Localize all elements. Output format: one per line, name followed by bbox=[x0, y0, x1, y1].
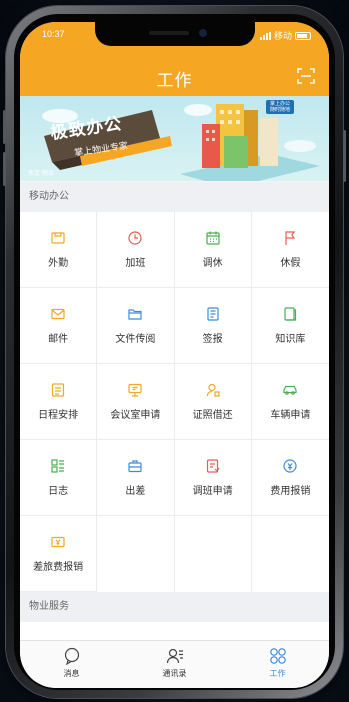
app-tile-business-trip[interactable]: 出差 bbox=[97, 440, 175, 516]
mail-icon bbox=[51, 308, 65, 320]
banner-bubble: 掌上办公 随时随地 bbox=[266, 100, 294, 114]
tab-label: 消息 bbox=[63, 669, 80, 678]
app-tile-label: 签报 bbox=[202, 334, 223, 345]
empty-tile bbox=[175, 516, 252, 592]
empty-tile bbox=[97, 516, 175, 592]
app-tile-overtime[interactable]: 加班 bbox=[97, 212, 175, 288]
status-indicators: 移动 bbox=[259, 29, 311, 42]
status-time: 10:37 bbox=[42, 29, 65, 39]
work-grid-icon bbox=[269, 648, 286, 664]
app-tile-schedule[interactable]: 日程安排 bbox=[20, 364, 98, 440]
mobile-office-grid: 外勤 加班 调休 休假 邮件 文件传阅 签报 知识库 日程安排 会议室申请 证照… bbox=[20, 212, 329, 592]
chat-bubble-icon bbox=[64, 647, 79, 665]
section-label-property-service: 物业服务 bbox=[20, 592, 329, 622]
expense-icon bbox=[283, 459, 297, 473]
power-button bbox=[343, 130, 346, 182]
app-tile-shift-request[interactable]: 调班申请 bbox=[174, 440, 252, 516]
shift-icon bbox=[206, 459, 220, 473]
field-work-icon bbox=[51, 232, 65, 244]
app-tile-travel-expense[interactable]: 差旅费报销 bbox=[20, 516, 98, 592]
app-tile-label: 差旅费报销 bbox=[33, 562, 84, 573]
app-tile-log[interactable]: 日志 bbox=[20, 440, 98, 516]
flag-icon bbox=[285, 231, 296, 245]
certificate-icon bbox=[206, 383, 220, 397]
promo-banner[interactable]: 极致办公 掌上物业专家 东宝·物业 掌上办公 随时随地 bbox=[20, 96, 329, 181]
battery-icon bbox=[295, 31, 311, 40]
suitcase-icon bbox=[128, 460, 142, 473]
app-tile-vacation[interactable]: 休假 bbox=[251, 212, 329, 288]
app-tile-compensatory-leave[interactable]: 调休 bbox=[174, 212, 252, 288]
app-tile-sign-report[interactable]: 签报 bbox=[174, 288, 252, 364]
app-tile-label: 知识库 bbox=[275, 334, 306, 345]
status-carrier: 移动 bbox=[273, 31, 292, 41]
signal-icon bbox=[259, 31, 271, 40]
tab-label: 通讯录 bbox=[162, 669, 187, 678]
meeting-room-icon bbox=[128, 383, 142, 397]
calendar-icon bbox=[206, 231, 220, 245]
app-screen: 10:37 移动 工作 极致办公 掌上物业专家 东宝·物业 掌上办公 随时随地 … bbox=[20, 22, 329, 688]
app-tile-label: 调班申请 bbox=[192, 486, 233, 497]
contacts-icon bbox=[166, 648, 183, 664]
car-icon bbox=[283, 385, 297, 395]
app-tile-label: 文件传阅 bbox=[115, 334, 156, 345]
scan-icon[interactable] bbox=[297, 68, 315, 84]
app-tile-mail[interactable]: 邮件 bbox=[20, 288, 98, 364]
app-tile-knowledge-base[interactable]: 知识库 bbox=[251, 288, 329, 364]
app-tile-label: 邮件 bbox=[48, 334, 69, 345]
tab-label: 工作 bbox=[269, 669, 286, 678]
bottom-tab-bar: 消息 通讯录 工作 bbox=[20, 640, 329, 688]
app-tile-label: 日志 bbox=[48, 486, 69, 497]
app-tile-label: 会议室申请 bbox=[110, 410, 161, 421]
app-tile-label: 日程安排 bbox=[38, 410, 79, 421]
page-title: 工作 bbox=[156, 71, 193, 90]
app-tile-label: 证照借还 bbox=[192, 410, 233, 421]
schedule-icon bbox=[52, 383, 65, 397]
app-tile-file-circulation[interactable]: 文件传阅 bbox=[97, 288, 175, 364]
app-tile-label: 外勤 bbox=[48, 258, 69, 269]
book-icon bbox=[284, 307, 297, 321]
speaker bbox=[148, 31, 189, 35]
banner-brand: 东宝·物业 bbox=[28, 171, 54, 177]
tab-messages[interactable]: 消息 bbox=[20, 641, 123, 688]
app-tile-label: 出差 bbox=[125, 486, 146, 497]
section-label-mobile-office: 移动办公 bbox=[20, 182, 329, 212]
clock-icon bbox=[128, 231, 142, 245]
document-icon bbox=[207, 307, 219, 321]
app-tile-field-work[interactable]: 外勤 bbox=[20, 212, 98, 288]
log-icon bbox=[51, 459, 65, 473]
travel-expense-icon bbox=[51, 536, 65, 548]
front-camera bbox=[198, 29, 207, 37]
app-tile-vehicle-request[interactable]: 车辆申请 bbox=[251, 364, 329, 440]
app-tile-certificate-borrow[interactable]: 证照借还 bbox=[174, 364, 252, 440]
volume-up-button bbox=[3, 110, 6, 144]
app-tile-label: 车辆申请 bbox=[270, 410, 311, 421]
app-tile-label: 调休 bbox=[202, 258, 223, 269]
app-tile-label: 加班 bbox=[125, 258, 146, 269]
volume-down-button bbox=[3, 152, 6, 186]
app-tile-meeting-room[interactable]: 会议室申请 bbox=[97, 364, 175, 440]
tab-contacts[interactable]: 通讯录 bbox=[123, 641, 226, 688]
app-tile-expense-claim[interactable]: 费用报销 bbox=[251, 440, 329, 516]
app-header: 10:37 移动 工作 bbox=[20, 22, 329, 96]
empty-tile bbox=[252, 516, 329, 592]
app-tile-label: 休假 bbox=[280, 258, 301, 269]
notch bbox=[94, 22, 255, 46]
app-tile-label: 费用报销 bbox=[270, 486, 311, 497]
tab-work[interactable]: 工作 bbox=[226, 641, 329, 688]
folder-icon bbox=[128, 309, 142, 320]
